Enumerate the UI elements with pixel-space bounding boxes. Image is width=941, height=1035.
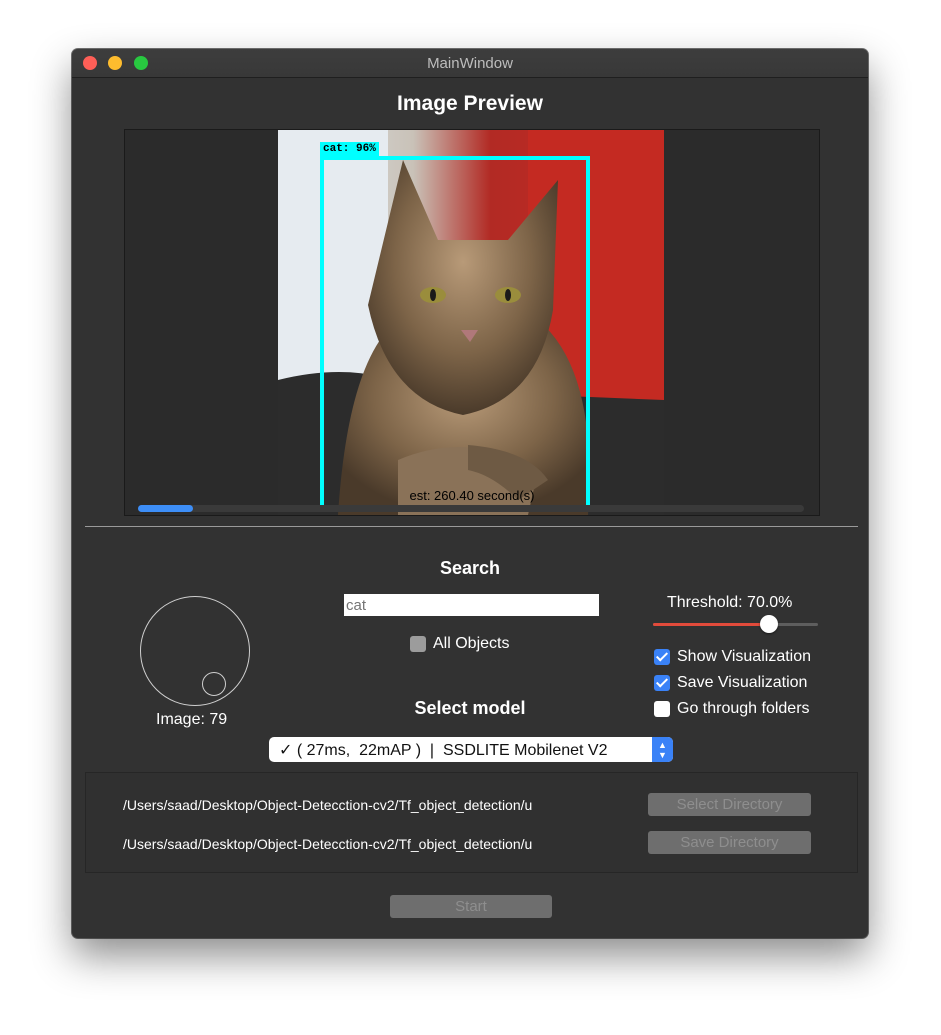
detection-label: cat: 96%: [320, 142, 379, 156]
progress-bar: [138, 505, 804, 512]
detection-box: [320, 156, 590, 511]
cat-photo: cat: 96%: [278, 130, 664, 515]
chevron-updown-icon: ▲ ▼: [652, 737, 673, 762]
model-select[interactable]: ✓ ( 27ms, 22mAP ) | SSDLITE Mobilenet V2…: [269, 737, 673, 762]
estimate-text: est: 260.40 second(s): [409, 488, 535, 503]
image-preview: cat: 96% est: 260.40 second(s): [124, 129, 820, 516]
all-objects-checkbox[interactable]: [410, 636, 426, 652]
select-directory-path: /Users/saad/Desktop/Object-Detecction-cv…: [123, 797, 533, 813]
threshold-slider[interactable]: [653, 615, 818, 633]
select-model-heading: Select model: [414, 698, 526, 718]
title-bar: MainWindow: [72, 49, 868, 78]
save-directory-path: /Users/saad/Desktop/Object-Detecction-cv…: [123, 836, 533, 852]
start-button[interactable]: Start: [390, 895, 552, 918]
image-dial[interactable]: [140, 596, 250, 706]
save-visualization-checkbox[interactable]: [654, 675, 670, 691]
model-select-value: ✓ ( 27ms, 22mAP ) | SSDLITE Mobilenet V2: [279, 742, 608, 759]
all-objects-label: All Objects: [433, 635, 510, 652]
search-input[interactable]: [344, 594, 599, 616]
select-directory-button[interactable]: Select Directory: [648, 793, 811, 816]
main-window: MainWindow Image Preview cat: 96% est: 2…: [72, 49, 868, 938]
preview-heading: Image Preview: [397, 92, 543, 115]
slider-fill: [653, 623, 769, 626]
show-visualization-label: Show Visualization: [677, 648, 812, 665]
dial-knob[interactable]: [202, 672, 226, 696]
show-visualization-checkbox[interactable]: [654, 649, 670, 665]
save-directory-button[interactable]: Save Directory: [648, 831, 811, 854]
divider: [85, 526, 858, 527]
directory-group: /Users/saad/Desktop/Object-Detecction-cv…: [85, 772, 858, 873]
progress-fill: [138, 505, 194, 512]
search-heading: Search: [439, 558, 501, 578]
save-visualization-label: Save Visualization: [677, 674, 808, 691]
slider-thumb[interactable]: [759, 615, 778, 633]
threshold-label: Threshold: 70.0%: [667, 594, 793, 611]
window-title: MainWindow: [427, 55, 513, 72]
